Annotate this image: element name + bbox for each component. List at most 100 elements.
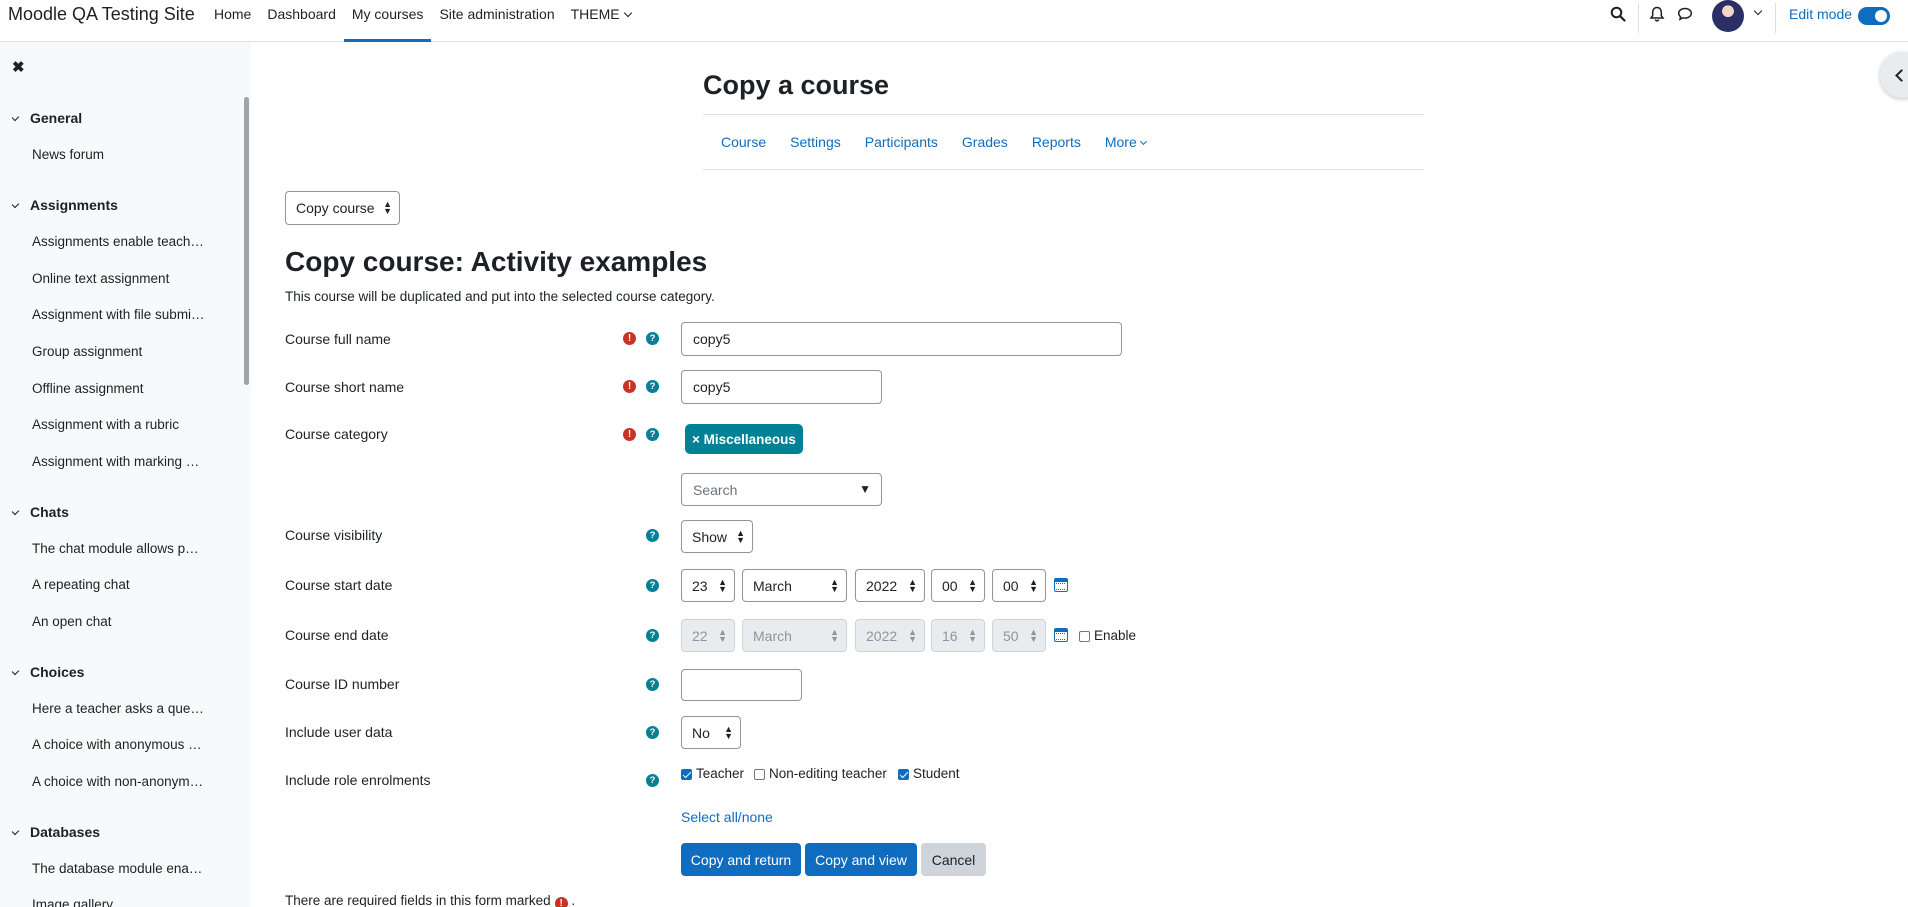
select-all-none-link[interactable]: Select all/none xyxy=(681,809,773,825)
course-index-item[interactable]: Group assignment xyxy=(32,344,207,359)
help-icon[interactable]: ? xyxy=(646,774,659,787)
end-hour-value: 16 xyxy=(942,627,958,644)
user-data-select[interactable]: No ▲ ▼ xyxy=(681,716,741,749)
copy-and-view-button[interactable]: Copy and view xyxy=(805,843,917,876)
help-icon[interactable]: ? xyxy=(646,332,659,345)
select-arrows-icon: ▲ ▼ xyxy=(736,527,745,545)
help-icon[interactable]: ? xyxy=(646,629,659,642)
course-action-select-value: Copy course xyxy=(296,200,375,216)
search-icon[interactable] xyxy=(1610,6,1626,22)
help-icon[interactable]: ? xyxy=(646,726,659,739)
tab-more-label: More xyxy=(1104,134,1137,150)
course-index-item[interactable]: News forum xyxy=(32,147,207,162)
course-index-item[interactable]: The database module ena… xyxy=(32,861,207,876)
selected-category-badge[interactable]: × Miscellaneous xyxy=(685,424,803,454)
tab-more[interactable]: More xyxy=(1093,134,1158,150)
help-icon[interactable]: ? xyxy=(646,428,659,441)
full-name-input[interactable]: copy5 xyxy=(681,322,1122,356)
course-index-item[interactable]: Online text assignment xyxy=(32,271,207,286)
course-index-section[interactable]: Assignments xyxy=(12,197,251,213)
top-navbar: Moodle QA Testing Site Home Dashboard My… xyxy=(0,0,1908,42)
page-title: Copy a course xyxy=(703,70,890,100)
section-title: Databases xyxy=(30,824,101,840)
end-month-select[interactable]: March ▲ ▼ xyxy=(742,619,847,652)
course-index-item[interactable]: Assignment with a rubric xyxy=(32,417,207,432)
tab-reports[interactable]: Reports xyxy=(1020,134,1093,150)
end-day-select[interactable]: 22 ▲ ▼ xyxy=(681,619,735,652)
select-arrows-icon: ▲ ▼ xyxy=(908,576,917,594)
help-icon[interactable]: ? xyxy=(646,380,659,393)
course-index-item[interactable]: Assignment with file submi… xyxy=(32,307,207,322)
course-index-item[interactable]: A repeating chat xyxy=(32,577,207,592)
select-arrows-icon: ▲ ▼ xyxy=(968,576,977,594)
open-block-drawer-button[interactable] xyxy=(1880,52,1908,98)
close-icon[interactable]: ✖ xyxy=(12,58,25,76)
end-date-enable-checkbox[interactable] xyxy=(1079,631,1090,642)
teacher-checkbox[interactable] xyxy=(681,769,692,780)
course-action-select[interactable]: Copy course ▲ ▼ xyxy=(285,191,400,225)
help-icon[interactable]: ? xyxy=(646,678,659,691)
form-heading: Copy course: Activity examples xyxy=(285,246,708,277)
select-arrows-icon: ▲ ▼ xyxy=(830,576,839,594)
course-index-item[interactable]: Offline assignment xyxy=(32,381,207,396)
tab-participants[interactable]: Participants xyxy=(853,134,950,150)
end-date-enable-label: Enable xyxy=(1094,628,1137,643)
course-index-section[interactable]: General xyxy=(12,110,251,126)
course-index-item[interactable]: Assignment with marking … xyxy=(32,454,207,469)
chevron-down-icon[interactable] xyxy=(1753,6,1763,16)
tab-settings[interactable]: Settings xyxy=(778,134,853,150)
site-brand[interactable]: Moodle QA Testing Site xyxy=(8,4,195,25)
tab-grades[interactable]: Grades xyxy=(950,134,1020,150)
short-name-input[interactable]: copy5 xyxy=(681,370,882,404)
calendar-icon[interactable] xyxy=(1054,628,1068,642)
nav-site-administration[interactable]: Site administration xyxy=(431,0,562,42)
start-month-select[interactable]: March ▲ ▼ xyxy=(742,569,847,602)
course-index-item[interactable]: Here a teacher asks a que… xyxy=(32,701,207,716)
copy-and-return-button[interactable]: Copy and return xyxy=(681,843,801,876)
edit-mode-toggle[interactable] xyxy=(1858,7,1890,25)
required-icon: ! xyxy=(623,380,636,393)
student-checkbox[interactable] xyxy=(898,769,909,780)
calendar-icon[interactable] xyxy=(1054,578,1068,592)
nav-my-courses[interactable]: My courses xyxy=(343,0,432,42)
course-index-item[interactable]: A choice with non-anonym… xyxy=(32,774,207,789)
nav-theme[interactable]: THEME xyxy=(563,0,639,42)
course-index-item[interactable]: A choice with anonymous … xyxy=(32,737,207,752)
non-editing-teacher-checkbox[interactable] xyxy=(754,769,765,780)
help-icon[interactable]: ? xyxy=(646,579,659,592)
course-index-item[interactable]: Assignments enable teach… xyxy=(32,234,207,249)
nav-dashboard[interactable]: Dashboard xyxy=(259,0,344,42)
bell-icon[interactable] xyxy=(1648,5,1666,23)
id-number-label: Course ID number xyxy=(285,676,400,692)
required-fields-note-text: There are required fields in this form m… xyxy=(285,893,551,907)
start-day-select[interactable]: 23 ▲ ▼ xyxy=(681,569,735,602)
start-hour-select[interactable]: 00 ▲ ▼ xyxy=(931,569,985,602)
tab-course[interactable]: Course xyxy=(709,134,778,150)
select-arrows-icon: ▲ ▼ xyxy=(383,199,392,216)
drawer-scrollbar[interactable] xyxy=(244,97,249,385)
course-index-item[interactable]: The chat module allows p… xyxy=(32,541,207,556)
end-month-value: March xyxy=(753,627,792,644)
course-index-item[interactable]: An open chat xyxy=(32,614,207,629)
dropdown-triangle-icon[interactable]: ▼ xyxy=(859,482,871,496)
cancel-button[interactable]: Cancel xyxy=(921,843,986,876)
end-hour-select[interactable]: 16 ▲ ▼ xyxy=(931,619,985,652)
user-avatar[interactable] xyxy=(1712,0,1744,32)
help-icon[interactable]: ? xyxy=(646,529,659,542)
start-year-select[interactable]: 2022 ▲ ▼ xyxy=(855,569,925,602)
visibility-select[interactable]: Show ▲ ▼ xyxy=(681,520,753,553)
start-minute-select[interactable]: 00 ▲ ▼ xyxy=(992,569,1046,602)
nav-home[interactable]: Home xyxy=(206,0,259,42)
id-number-input[interactable] xyxy=(681,669,802,701)
end-minute-select[interactable]: 50 ▲ ▼ xyxy=(992,619,1046,652)
category-search-input[interactable]: Search ▼ xyxy=(681,473,882,506)
end-year-value: 2022 xyxy=(866,627,898,644)
end-year-select[interactable]: 2022 ▲ ▼ xyxy=(855,619,925,652)
course-index-section[interactable]: Databases xyxy=(12,824,251,840)
course-index-section[interactable]: Choices xyxy=(12,664,251,680)
chat-icon[interactable] xyxy=(1676,5,1694,23)
course-index-section[interactable]: Chats xyxy=(12,504,251,520)
end-minute-value: 50 xyxy=(1003,627,1019,644)
user-data-label: Include user data xyxy=(285,724,393,740)
course-index-item[interactable]: Image gallery xyxy=(32,897,207,907)
